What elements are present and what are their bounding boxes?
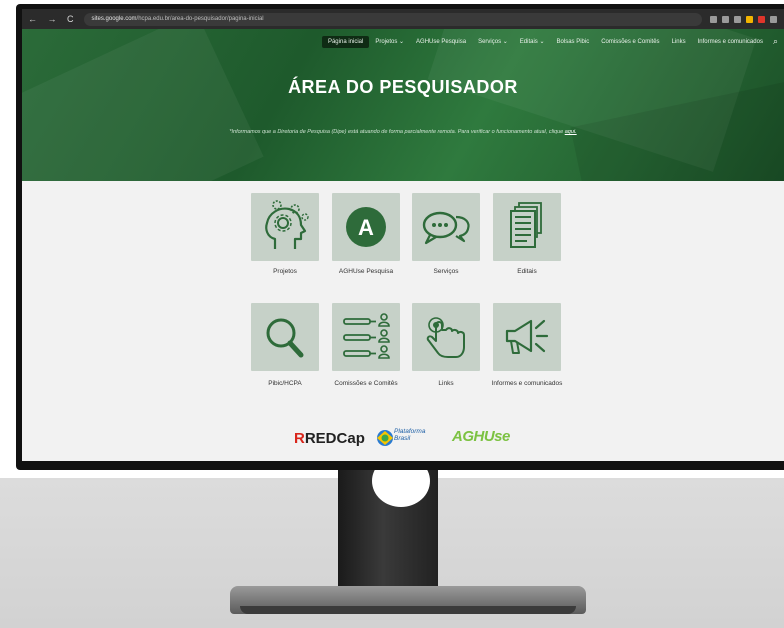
page-title: ÁREA DO PESQUISADOR: [288, 77, 518, 97]
aghuse-logo[interactable]: AGHUse: [452, 428, 510, 445]
remote-work-notice: *Informamos que a Diretoria de Pesquisa …: [22, 129, 784, 135]
search-icon[interactable]: ⌕: [769, 36, 778, 47]
top-menu: Página inicial Projetos ⌄ AGHUse Pesquis…: [321, 35, 778, 48]
card-servicos[interactable]: [412, 193, 480, 261]
plataforma-line1: Plataforma: [394, 428, 426, 435]
monitor-stand-base-edge: [240, 606, 576, 614]
browser-toolbar: ← → C sites.google.com/hcpa.edu.br/area-…: [22, 9, 784, 29]
chevron-down-icon: ⌄: [399, 39, 405, 45]
card-label: AGHUse Pesquisa: [338, 268, 394, 275]
address-bar[interactable]: sites.google.com/hcpa.edu.br/area-do-pes…: [83, 12, 702, 26]
letter-a-icon: A: [346, 207, 386, 247]
menu-item-projetos[interactable]: Projetos ⌄: [369, 35, 410, 48]
redcap-logo[interactable]: RREDCap: [294, 430, 365, 447]
plataforma-line2: Brasil: [394, 435, 411, 442]
card-label: Projetos: [273, 268, 297, 275]
card-label: Comissões e Comitês: [334, 380, 398, 387]
extension-icon[interactable]: [745, 15, 753, 23]
card-comissoes-comites[interactable]: [332, 303, 400, 371]
menu-item-comissoes[interactable]: Comissões e Comitês: [595, 36, 665, 48]
card-informes-comunicados[interactable]: [493, 303, 561, 371]
card-label: Serviços: [433, 268, 459, 275]
card-label: Pibic/HCPA: [268, 380, 302, 387]
browser-nav-buttons[interactable]: ← → C: [28, 14, 78, 24]
redcap-logo-text: REDCap: [304, 430, 365, 447]
head-gears-icon: [265, 200, 309, 249]
banner-facet: [22, 29, 264, 181]
puzzle-icon[interactable]: [769, 15, 777, 23]
screen: ← → C sites.google.com/hcpa.edu.br/area-…: [22, 9, 784, 461]
committee-list-icon: [343, 313, 390, 359]
card-label: Links: [438, 380, 454, 387]
menu-item-label: Serviços: [478, 39, 502, 45]
partner-logos: RREDCap Plataforma Brasil AGHUse: [22, 426, 784, 450]
chevron-down-icon: ⌄: [539, 39, 545, 45]
menu-item-aghuse-pesquisa[interactable]: AGHUse Pesquisa: [410, 36, 472, 48]
redcap-r-mark: R: [294, 430, 305, 447]
notice-text: *Informamos que a Diretoria de Pesquisa …: [229, 129, 564, 135]
card-editais[interactable]: [493, 193, 561, 261]
magnifier-icon: [266, 318, 304, 358]
notice-link[interactable]: aqui.: [565, 129, 577, 135]
card-projetos[interactable]: [251, 193, 319, 261]
megaphone-icon: [505, 319, 549, 354]
menu-item-servicos[interactable]: Serviços ⌄: [472, 35, 514, 48]
content-area: Projetos A AGHUse Pesquisa Serviços Edit…: [22, 181, 784, 461]
url-path: /hcpa.edu.br/area-do-pesquisador/pagina-…: [136, 15, 264, 22]
star-icon[interactable]: [733, 15, 741, 23]
menu-item-links[interactable]: Links: [666, 36, 692, 48]
zoom-icon[interactable]: [709, 15, 717, 23]
svg-text:A: A: [358, 215, 374, 240]
plataforma-brasil-mark-icon: [377, 430, 393, 446]
card-aghuse-pesquisa[interactable]: A: [332, 193, 400, 261]
documents-icon: [510, 202, 542, 248]
plataforma-brasil-logo[interactable]: Plataforma Brasil: [394, 428, 425, 442]
menu-item-informes[interactable]: Informes e comunicados: [692, 36, 769, 48]
extension-icons: [709, 15, 777, 23]
chevron-down-icon: ⌄: [502, 39, 508, 45]
menu-item-pagina-inicial[interactable]: Página inicial: [321, 35, 370, 48]
hero-banner: Página inicial Projetos ⌄ AGHUse Pesquis…: [22, 29, 784, 181]
url-domain: sites.google.com: [91, 15, 137, 22]
menu-item-label: Projetos: [375, 39, 398, 45]
menu-item-label: Editais: [519, 39, 538, 45]
card-pibic-hcpa[interactable]: [251, 303, 319, 371]
menu-item-editais[interactable]: Editais ⌄: [514, 35, 551, 48]
share-icon[interactable]: [721, 15, 729, 23]
card-links[interactable]: [412, 303, 480, 371]
menu-item-bolsas-pibic[interactable]: Bolsas Pibic: [551, 36, 596, 48]
pointer-hand-icon: [426, 317, 465, 358]
extension-icon[interactable]: [757, 15, 765, 23]
chat-bubbles-icon: [422, 211, 470, 245]
card-label: Informes e comunicados: [491, 380, 563, 387]
card-label: Editais: [517, 268, 537, 275]
